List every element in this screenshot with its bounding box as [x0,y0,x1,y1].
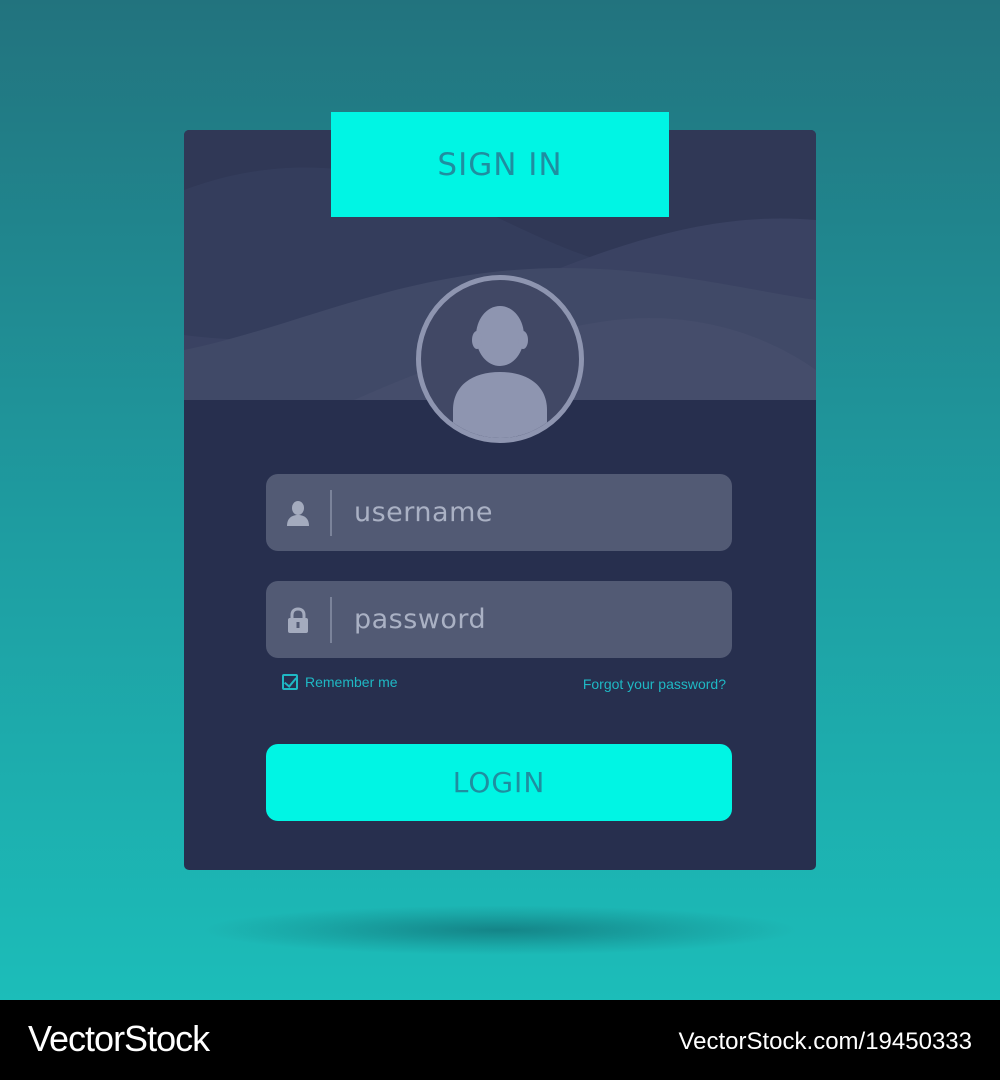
card-shadow [200,905,800,955]
password-input[interactable]: password [354,604,486,635]
vectorstock-brand: VectorStock [28,1018,210,1059]
lock-icon [266,581,330,658]
sign-in-title: SIGN IN [331,112,669,217]
field-divider [330,596,332,643]
background: SIGN IN username password Remember me Fo… [0,0,1000,1000]
user-icon [266,474,330,551]
checkbox-icon[interactable] [282,674,298,690]
forgot-password-link[interactable]: Forgot your password? [583,676,726,692]
password-field[interactable]: password [266,581,732,658]
remember-me-label: Remember me [305,674,398,690]
username-field[interactable]: username [266,474,732,551]
watermark-footer: VectorStock VectorStock.com/19450333 [0,1000,1000,1080]
login-button[interactable]: LOGIN [266,744,732,821]
remember-me-checkbox[interactable]: Remember me [282,674,398,690]
stock-id: VectorStock.com/19450333 [678,1028,972,1055]
field-divider [330,489,332,536]
user-avatar-icon [416,275,584,443]
username-input[interactable]: username [354,497,493,528]
